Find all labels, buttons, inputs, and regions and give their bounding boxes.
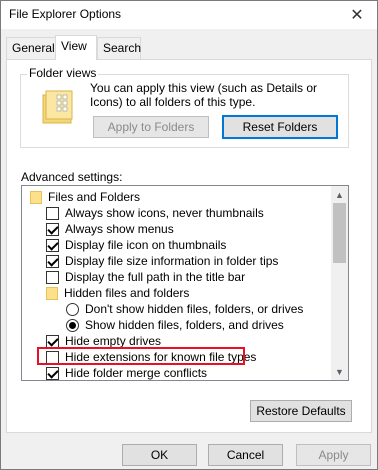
highlight-annotation — [37, 347, 245, 365]
apply-label: Apply — [318, 448, 349, 462]
scrollbar-thumb[interactable] — [333, 203, 346, 263]
restore-defaults-button[interactable]: Restore Defaults — [250, 400, 352, 422]
scroll-down-arrow-icon[interactable]: ▼ — [331, 363, 348, 380]
window-title: File Explorer Options — [9, 7, 122, 21]
list-item-label: Hidden files and folders — [64, 286, 190, 300]
tab-search[interactable]: Search — [97, 37, 141, 59]
list-item[interactable]: Display the full path in the title bar — [46, 269, 245, 285]
checkbox[interactable] — [46, 206, 59, 220]
list-item[interactable]: Always show icons, never thumbnails — [46, 205, 264, 221]
folder-views-title: Folder views — [27, 66, 99, 80]
list-item-label: Don't show hidden files, folders, or dri… — [85, 302, 304, 316]
checkbox[interactable] — [46, 238, 59, 252]
reset-folders-button[interactable]: Reset Folders — [222, 115, 338, 139]
tab-view-label: View — [61, 39, 87, 53]
list-item: Hidden files and folders — [46, 285, 189, 301]
list-item[interactable]: Display file icon on thumbnails — [46, 237, 226, 253]
list-item: Files and Folders — [30, 189, 140, 205]
scroll-up-arrow-icon[interactable]: ▲ — [331, 186, 348, 203]
close-icon: ✕ — [350, 7, 364, 24]
ok-label: OK — [150, 448, 169, 462]
folder-views-icon — [41, 89, 75, 125]
checkbox[interactable] — [46, 222, 59, 236]
file-explorer-options-dialog: File Explorer Options ✕ General View Sea… — [0, 0, 378, 470]
apply-to-folders-button[interactable]: Apply to Folders — [93, 116, 209, 138]
radio-button[interactable] — [66, 318, 79, 332]
folder-icon — [46, 286, 58, 300]
list-item[interactable]: Show hidden files, folders, and drives — [66, 317, 284, 333]
advanced-settings-label: Advanced settings: — [21, 170, 123, 184]
folder-views-description: You can apply this view (such as Details… — [90, 81, 318, 109]
list-item-label: Display file icon on thumbnails — [65, 238, 227, 252]
list-item-label: Show hidden files, folders, and drives — [85, 318, 284, 332]
list-item[interactable]: Always show menus — [46, 221, 174, 237]
cancel-button[interactable]: Cancel — [208, 444, 283, 466]
checkbox[interactable] — [46, 366, 59, 380]
list-item-label: Always show icons, never thumbnails — [65, 206, 264, 220]
radio-button[interactable] — [66, 302, 79, 316]
folder-icon — [30, 190, 42, 204]
list-item-label: Always show menus — [65, 222, 174, 236]
cancel-label: Cancel — [226, 448, 265, 462]
list-item[interactable]: Hide folder merge conflicts — [46, 365, 208, 380]
ok-button[interactable]: OK — [122, 444, 197, 466]
list-item-label: Hide empty drives — [65, 334, 162, 348]
close-button[interactable]: ✕ — [337, 1, 377, 29]
title-bar: File Explorer Options ✕ — [1, 1, 377, 29]
reset-folders-label: Reset Folders — [242, 120, 318, 134]
tab-search-label: Search — [103, 41, 142, 55]
list-item-label: Hide folder merge conflicts — [65, 366, 208, 380]
tab-general-label: General — [12, 41, 55, 55]
apply-button[interactable]: Apply — [296, 444, 371, 466]
list-item[interactable]: Don't show hidden files, folders, or dri… — [66, 301, 303, 317]
tab-general[interactable]: General — [6, 37, 56, 59]
restore-defaults-label: Restore Defaults — [256, 404, 346, 418]
list-item-label: Display the full path in the title bar — [65, 270, 246, 284]
checkbox[interactable] — [46, 254, 59, 268]
apply-to-folders-label: Apply to Folders — [107, 120, 195, 134]
list-item[interactable]: Display file size information in folder … — [46, 253, 278, 269]
vertical-scrollbar[interactable]: ▲ ▼ — [331, 186, 348, 380]
checkbox[interactable] — [46, 334, 59, 348]
checkbox[interactable] — [46, 270, 59, 284]
list-item-label: Display file size information in folder … — [65, 254, 279, 268]
tab-view[interactable]: View — [55, 35, 97, 60]
list-item-label: Files and Folders — [48, 190, 141, 204]
